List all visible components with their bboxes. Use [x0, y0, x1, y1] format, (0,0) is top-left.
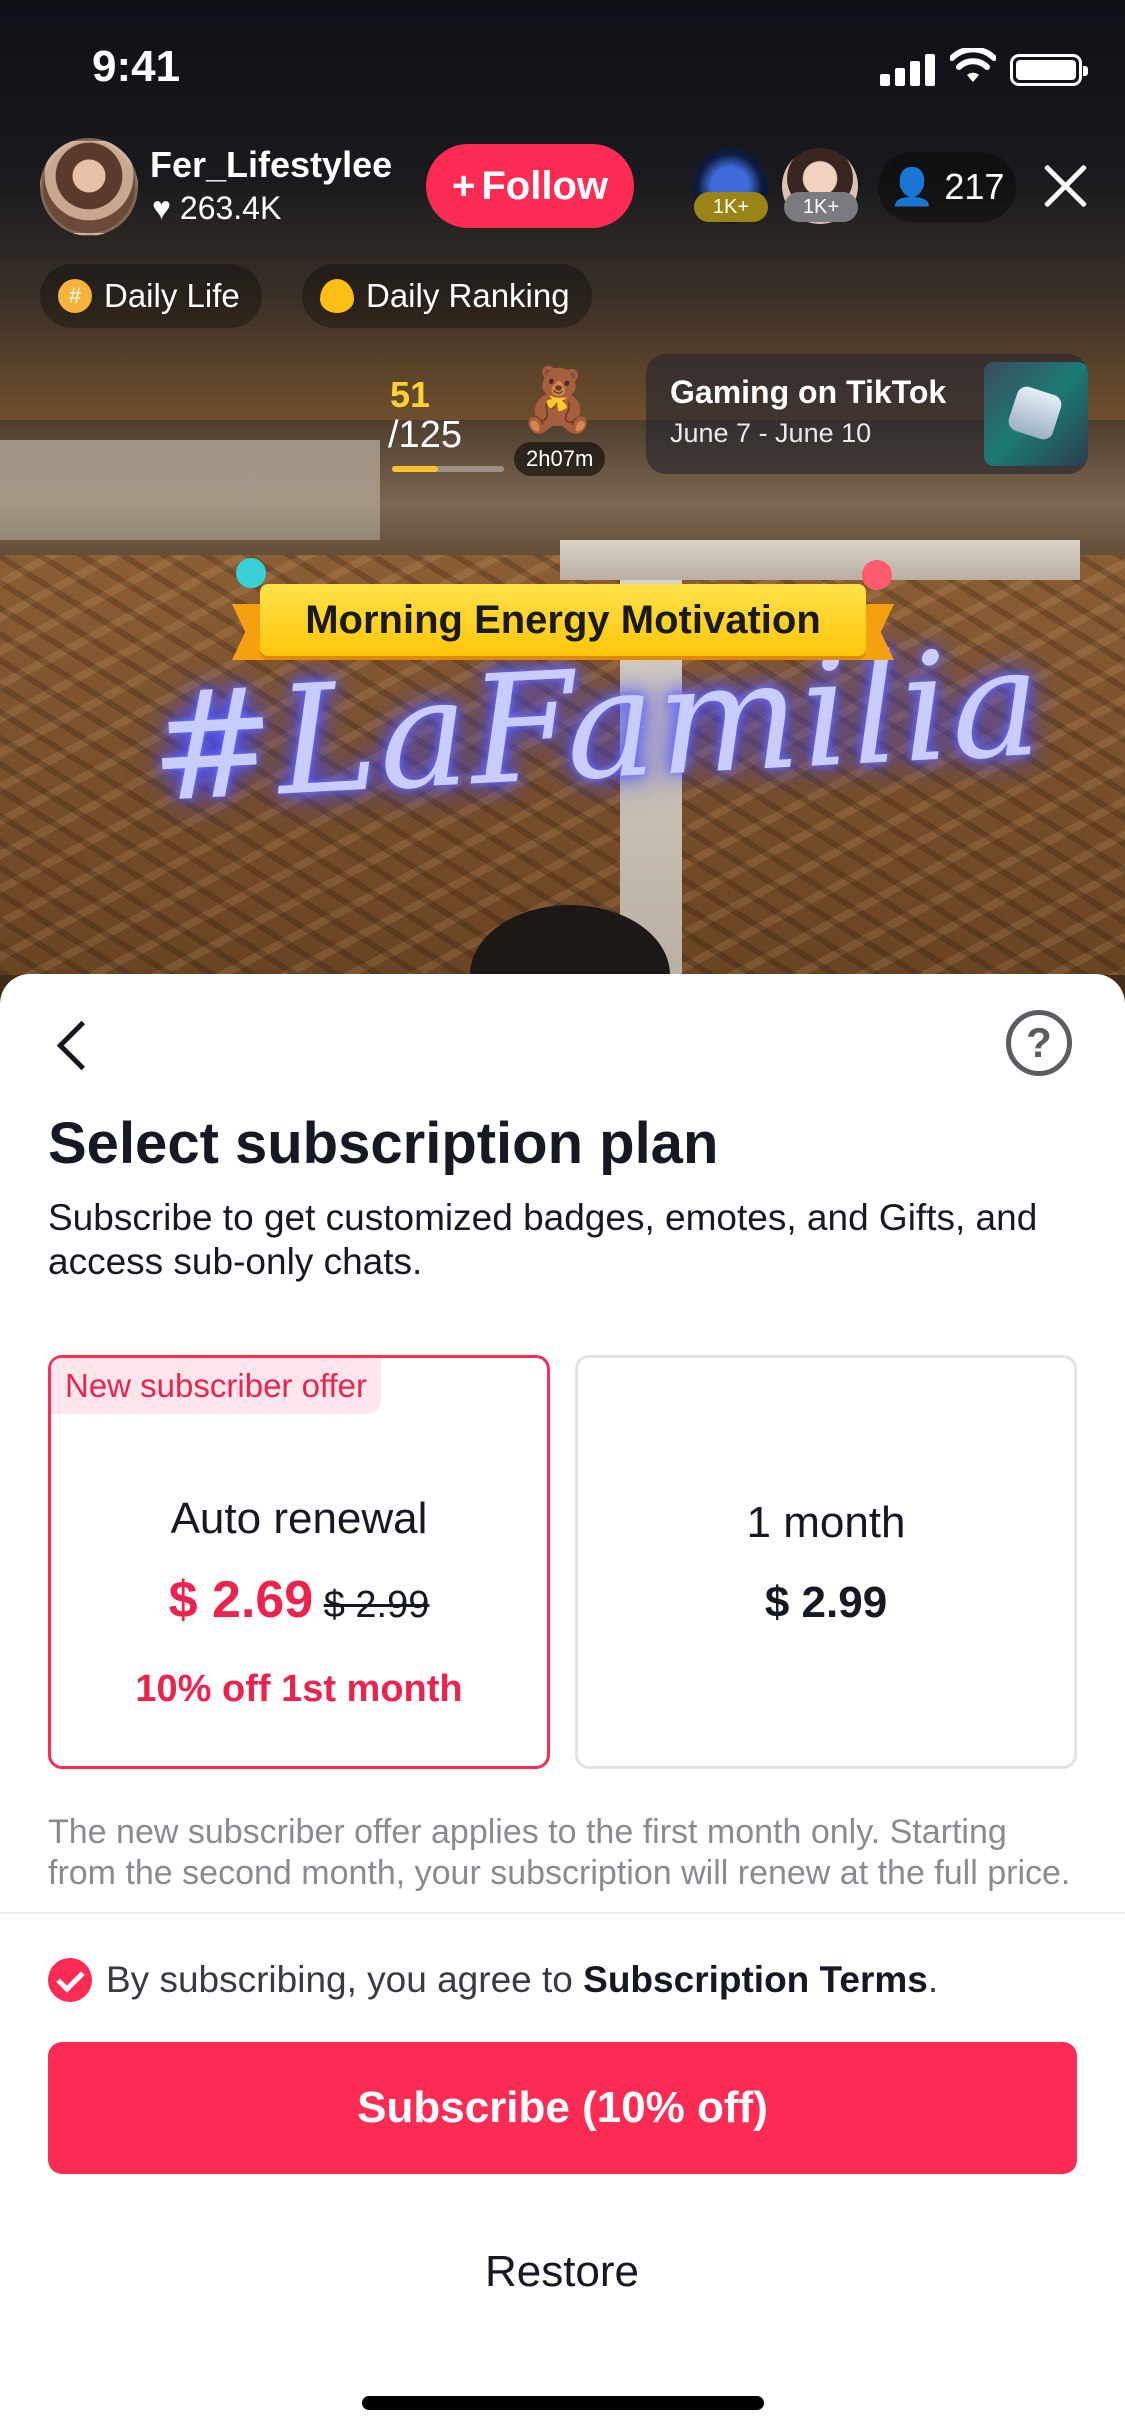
status-time: 9:41 — [92, 42, 181, 91]
sheet-footer: By subscribing, you agree to Subscriptio… — [0, 1912, 1125, 2436]
cellular-signal-icon — [880, 52, 936, 86]
sheet-title: Select subscription plan — [48, 1111, 719, 1176]
plan-price: $ 2.69 $ 2.99 — [51, 1570, 547, 1630]
close-icon[interactable] — [1040, 160, 1090, 210]
help-icon[interactable]: ? — [1006, 1010, 1072, 1076]
host-name: Fer_Lifestylee — [150, 144, 393, 185]
joystick-icon — [984, 362, 1088, 466]
follow-button[interactable]: + Follow — [426, 144, 634, 228]
host-avatar[interactable] — [40, 138, 138, 236]
viewer-rank-badge: 1K+ — [694, 192, 768, 222]
heart-icon: ♥ — [152, 190, 171, 226]
host-likes: ♥ 263.4K — [152, 190, 282, 226]
plan-1-month[interactable]: 1 month $ 2.99 — [575, 1355, 1077, 1769]
gift-goal[interactable]: 51 /125 🧸 2h07m — [374, 358, 620, 476]
person-icon: 👤 — [889, 166, 935, 207]
plus-icon: + — [452, 163, 476, 208]
home-indicator — [362, 2396, 764, 2410]
tag-daily-life[interactable]: # Daily Life — [40, 264, 262, 328]
goal-current: 51 — [390, 374, 431, 415]
terms-agreement[interactable]: By subscribing, you agree to Subscriptio… — [48, 1956, 938, 2004]
wifi-icon — [950, 48, 996, 82]
plan-price: $ 2.99 — [764, 1578, 888, 1627]
tag-daily-ranking[interactable]: Daily Ranking — [302, 264, 592, 328]
plan-name: 1 month — [746, 1498, 906, 1547]
event-dates: June 7 - June 10 — [670, 418, 872, 448]
offer-fine-print: The new subscriber offer applies to the … — [48, 1813, 1071, 1892]
subscribe-button[interactable]: Subscribe (10% off) — [48, 2042, 1077, 2174]
new-subscriber-offer-tag: New subscriber offer — [51, 1358, 382, 1414]
battery-icon — [1010, 54, 1088, 86]
viewer-count[interactable]: 👤 217 — [878, 152, 1016, 222]
event-title: Gaming on TikTok — [670, 374, 947, 410]
plan-discount: 10% off 1st month — [135, 1668, 463, 1710]
original-price: $ 2.99 — [323, 1584, 430, 1626]
discounted-price: $ 2.69 — [168, 1571, 314, 1629]
viewer-rank-badge: 1K+ — [784, 192, 858, 222]
stream-title-banner: Morning Energy Motivation — [232, 558, 894, 666]
goal-timer: 2h07m — [514, 442, 606, 476]
status-bar: 9:41 — [0, 0, 1125, 130]
plan-name: Auto renewal — [170, 1494, 428, 1543]
goal-total: /125 — [388, 414, 462, 456]
restore-button[interactable]: Restore — [362, 2232, 762, 2312]
hashtag-icon: # — [58, 279, 92, 313]
stream-title: Morning Energy Motivation — [260, 584, 866, 656]
balloon-icon — [236, 558, 266, 588]
plan-auto-renewal[interactable]: New subscriber offer Auto renewal $ 2.69… — [48, 1355, 550, 1769]
subscription-terms-link[interactable]: Subscription Terms — [583, 1959, 928, 2000]
flame-icon — [320, 279, 354, 313]
party-hat-icon — [862, 560, 892, 590]
wood-plank — [0, 440, 380, 540]
sheet-description: Subscribe to get customized badges, emot… — [48, 1197, 1038, 1282]
goal-progress-fill — [392, 466, 438, 472]
event-card[interactable]: Gaming on TikTok June 7 - June 10 — [646, 354, 1088, 474]
goal-progress-bar — [392, 466, 504, 472]
back-button[interactable] — [44, 1014, 104, 1074]
teddy-bear-icon: 🧸 — [519, 366, 597, 435]
checkmark-icon[interactable] — [48, 1958, 92, 2002]
